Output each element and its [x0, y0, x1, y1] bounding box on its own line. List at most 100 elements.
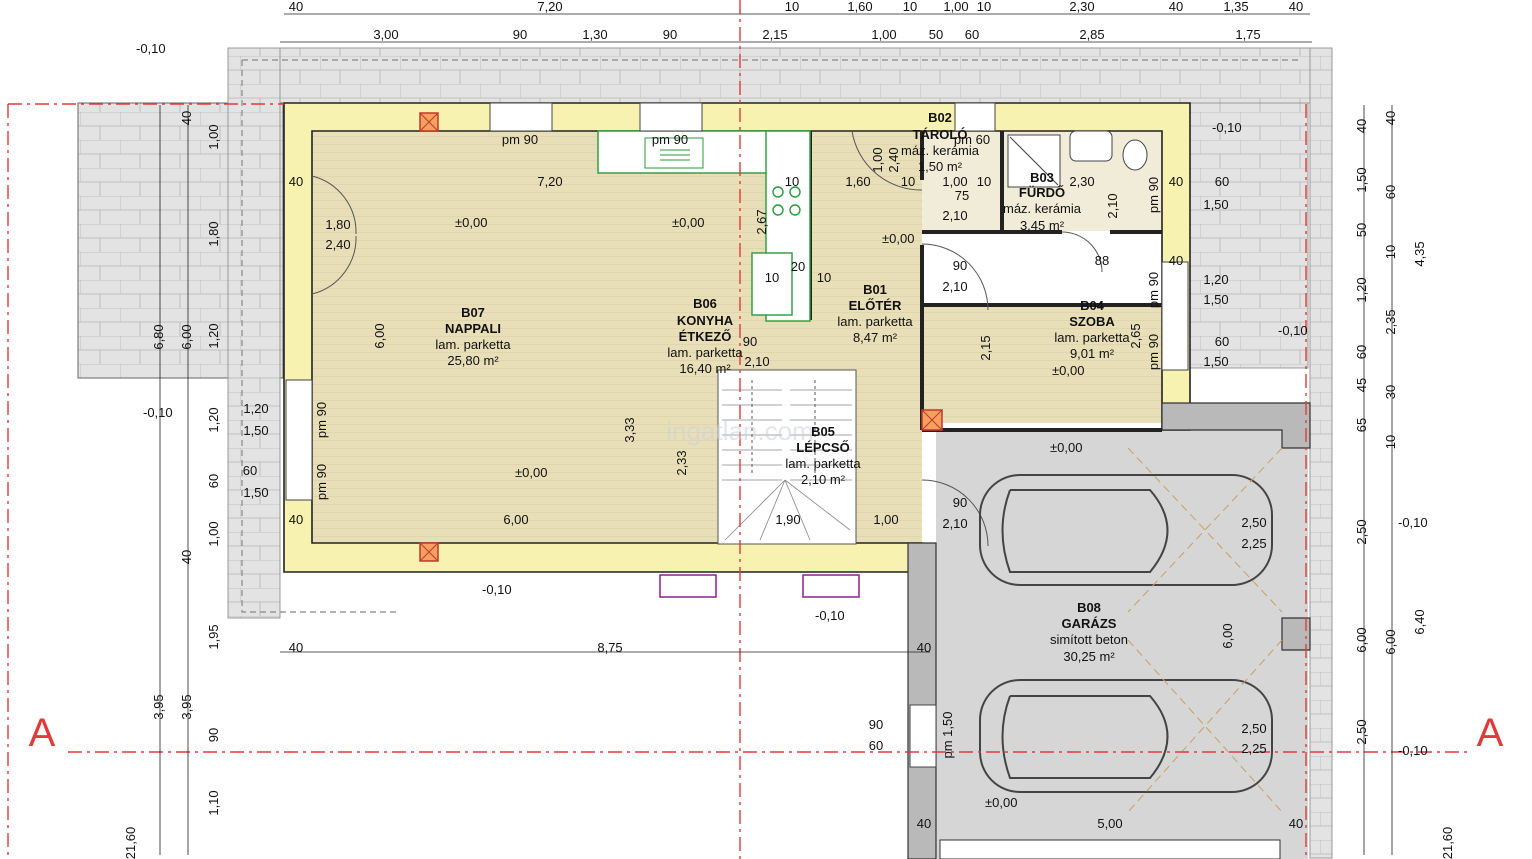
dim-label: 10: [977, 0, 991, 14]
section-mark-right: A: [1477, 711, 1504, 755]
dim-label: 10: [1383, 435, 1398, 449]
dim-label: 10: [903, 0, 917, 14]
dim-label: 90: [869, 717, 883, 732]
dim-label: 6,00: [1383, 629, 1398, 654]
dim-label: 10: [817, 270, 831, 285]
level-label: -0,10: [1398, 515, 1428, 530]
window-label: pm 60: [954, 132, 990, 147]
dim-label: 40: [289, 174, 303, 189]
dim-label: 2,10: [942, 279, 967, 294]
dim-label: 2,10: [1105, 193, 1120, 218]
dim-label: 5,00: [1097, 816, 1122, 831]
dim-label: 7,20: [537, 0, 562, 14]
window-label: pm 90: [1146, 177, 1161, 213]
room-B04: B04 SZOBA lam. parketta 9,01 m²: [1054, 298, 1130, 361]
top-dims-row1: 40 7,20 10 1,60 10 1,00 10 2,30 40 1,35 …: [289, 0, 1303, 14]
room-name: ELŐTÉR: [849, 298, 902, 313]
room-name: ÉTKEZŐ: [679, 329, 732, 344]
dim-label: 50: [1354, 223, 1369, 237]
dim-label: 2,50: [1354, 719, 1369, 744]
dim-label: 2,33: [674, 450, 689, 475]
dim-label: 1,50: [1203, 197, 1228, 212]
level-label: ±0,00: [1052, 363, 1084, 378]
dim-label: 60: [206, 474, 221, 488]
dim-label: 75: [955, 188, 969, 203]
dim-label: 40: [179, 111, 194, 125]
dim-label: 10: [785, 0, 799, 14]
dim-label: 1,80: [325, 217, 350, 232]
room-floor: lam. parketta: [1054, 330, 1130, 345]
dim-label: 1,35: [1223, 0, 1248, 14]
dim-label: 2,67: [754, 209, 769, 234]
room-floor: simított beton: [1050, 632, 1128, 647]
dim-label: 1,20: [1354, 277, 1369, 302]
dim-label: 1,00: [871, 27, 896, 42]
room-id: B01: [863, 282, 887, 297]
dim-label: 1,20: [206, 407, 221, 432]
room-id: B04: [1080, 298, 1105, 313]
room-name: KONYHA: [677, 313, 734, 328]
room-id: B03: [1030, 170, 1054, 185]
level-label: -0,10: [1278, 323, 1308, 338]
dim-label: 60: [965, 27, 979, 42]
dim-label: 3,33: [622, 417, 637, 442]
dim-label: 60: [243, 463, 257, 478]
dim-label: 6,80: [151, 324, 166, 349]
dim-label: 1,00: [206, 124, 221, 149]
dim-label: 1,90: [775, 512, 800, 527]
dim-label: 90: [953, 495, 967, 510]
dim-label: 2,35: [1383, 309, 1398, 334]
interior-dims: 7,20 1,60 1,00 2,30 40 10 10 10 40 60 1,…: [243, 147, 1303, 831]
window-label: pm 90: [502, 132, 538, 147]
room-B07: B07 NAPPALI lam. parketta 25,80 m²: [435, 305, 511, 368]
dim-label: 1,00: [873, 512, 898, 527]
dim-label: 2,30: [1069, 0, 1094, 14]
dim-label: 1,20: [1203, 272, 1228, 287]
dim-label: 2,50: [1241, 721, 1266, 736]
dim-label: 1,50: [1354, 167, 1369, 192]
level-label: ±0,00: [672, 215, 704, 230]
dim-label: 6,00: [1220, 623, 1235, 648]
dim-label: 65: [1354, 418, 1369, 432]
room-floor: lam. parketta: [667, 345, 743, 360]
dim-label: 40: [1169, 174, 1183, 189]
room-area: 1,50 m²: [918, 159, 963, 174]
dim-label: 2,50: [1354, 519, 1369, 544]
window-label: pm 1,50: [940, 712, 955, 759]
room-name: GARÁZS: [1062, 616, 1117, 631]
dim-label: 40: [1383, 111, 1398, 125]
dim-label: 1,95: [206, 624, 221, 649]
dim-label: 10: [785, 174, 799, 189]
left-dims: 40 1,00 1,80 1,20 1,20 60 1,00 40 1,95 9…: [123, 111, 221, 859]
dim-label: 1,50: [243, 485, 268, 500]
dim-label: 2,10: [744, 354, 769, 369]
dim-label: 2,30: [1069, 174, 1094, 189]
top-dims-row2: 3,00 90 1,30 90 2,15 1,00 50 60 2,85 1,7…: [373, 27, 1260, 42]
dim-label: 40: [1169, 253, 1183, 268]
dim-label: 2,15: [978, 335, 993, 360]
dim-label: 50: [929, 27, 943, 42]
level-label: ±0,00: [455, 215, 487, 230]
dim-label: 8,75: [597, 640, 622, 655]
dim-label: 1,30: [582, 27, 607, 42]
dim-label: 1,60: [847, 0, 872, 14]
room-floor: lam. parketta: [435, 337, 511, 352]
dim-label: 30: [1383, 385, 1398, 399]
window-label: pm 90: [1146, 334, 1161, 370]
dim-label: 21,60: [123, 827, 138, 859]
dim-label: 20: [791, 259, 805, 274]
labels-layer: 40 7,20 10 1,60 10 1,00 10 2,30 40 1,35 …: [29, 0, 1504, 859]
dim-label: 3,95: [151, 694, 166, 719]
dim-label: 7,20: [537, 174, 562, 189]
dim-label: 1,80: [206, 221, 221, 246]
dim-label: 88: [1095, 253, 1109, 268]
dim-label: 40: [917, 640, 931, 655]
dim-label: 40: [289, 0, 303, 14]
dim-label: 1,50: [1203, 354, 1228, 369]
level-label: -0,10: [143, 405, 173, 420]
dim-label: 90: [953, 258, 967, 273]
dim-label: 1,00: [870, 147, 885, 172]
dim-label: 60: [1215, 334, 1229, 349]
level-label: -0,10: [1398, 743, 1428, 758]
level-label: -0,10: [482, 582, 512, 597]
